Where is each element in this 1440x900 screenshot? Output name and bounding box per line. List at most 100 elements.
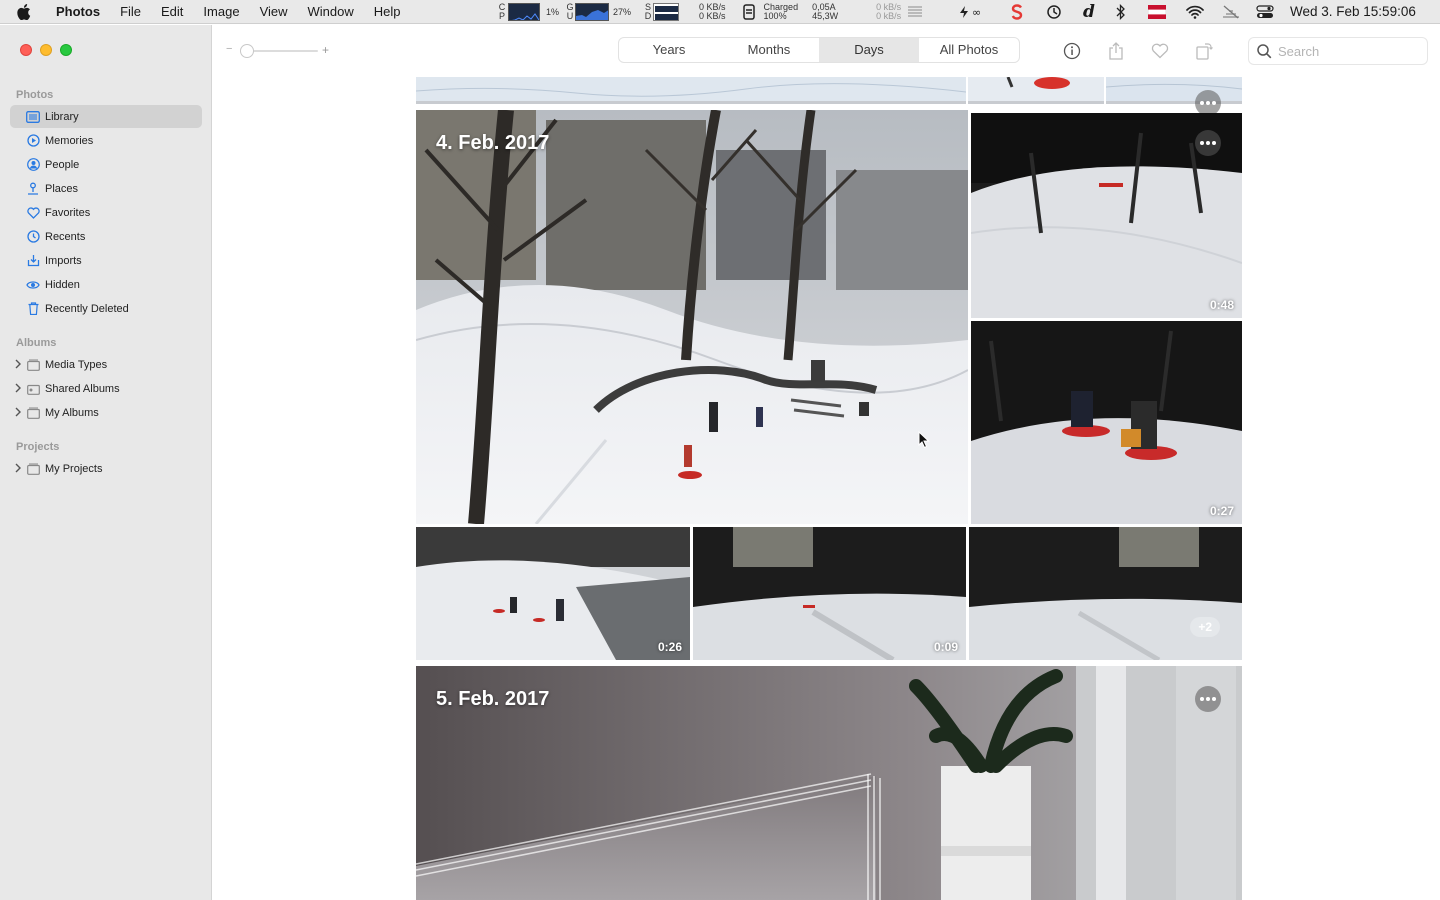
menu-edit[interactable]: Edit	[151, 0, 193, 24]
tab-years[interactable]: Years	[619, 38, 719, 62]
sidebar-item-hidden[interactable]: Hidden	[10, 273, 202, 296]
s-app-icon[interactable]	[1010, 0, 1024, 24]
chevron-right-icon[interactable]	[14, 407, 22, 420]
sidebar-item-label: Recently Deleted	[45, 302, 129, 315]
video-duration: 0:48	[1209, 298, 1234, 312]
control-center-icon[interactable]	[1256, 0, 1274, 24]
video-tile[interactable]: 0:26	[416, 527, 690, 660]
sidebar-item-label: People	[45, 158, 80, 171]
photo-tile[interactable]	[1106, 77, 1242, 104]
more-items-badge[interactable]: +2	[1190, 617, 1220, 637]
import-icon	[26, 254, 40, 268]
tab-all-photos[interactable]: All Photos	[919, 38, 1019, 62]
battery-status[interactable]: Charged 100%	[764, 3, 799, 21]
sidebar-item-my-albums[interactable]: My Albums	[10, 401, 202, 424]
battery-percent: 100%	[763, 11, 787, 21]
time-machine-icon[interactable]	[1046, 0, 1062, 24]
menu-image[interactable]: Image	[193, 0, 249, 24]
apple-menu-icon[interactable]	[0, 3, 48, 20]
photo-tile[interactable]: 4. Feb. 2017	[416, 110, 968, 524]
disk-graph[interactable]	[653, 3, 680, 21]
zoom-plus[interactable]: +	[322, 43, 329, 57]
cpu-label: CP	[498, 2, 506, 21]
sidebar-item-memories[interactable]: Memories	[10, 129, 202, 152]
cpu-percent: 1%	[546, 6, 560, 17]
chevron-right-icon[interactable]	[14, 383, 22, 396]
disk-label: SD	[644, 2, 652, 21]
network-off-icon[interactable]	[1221, 0, 1241, 24]
sidebar-item-library[interactable]: Library	[10, 105, 202, 128]
sidebar-item-places[interactable]: Places	[10, 177, 202, 200]
power-mode-icon[interactable]: ∞	[958, 0, 986, 24]
search-icon	[1257, 43, 1272, 59]
menu-help[interactable]: Help	[364, 0, 411, 24]
sidebar-item-favorites[interactable]: Favorites	[10, 201, 202, 224]
clock-icon	[26, 230, 40, 244]
sidebar-item-label: My Projects	[45, 462, 103, 475]
shared-folder-icon	[26, 382, 40, 396]
sidebar-item-media-types[interactable]: Media Types	[10, 353, 202, 376]
photo-tile[interactable]: +2	[969, 527, 1242, 660]
sidebar-item-label: Recents	[45, 230, 86, 243]
window-close-button[interactable]	[20, 44, 32, 56]
menu-view[interactable]: View	[250, 0, 298, 24]
sidebar-section-projects: Projects	[16, 441, 60, 453]
sidebar-item-label: Media Types	[45, 358, 108, 371]
sidebar-item-label: Shared Albums	[45, 382, 120, 395]
zoom-slider[interactable]: − +	[226, 43, 329, 59]
share-icon[interactable]	[1104, 39, 1128, 63]
sidebar-item-shared-albums[interactable]: Shared Albums	[10, 377, 202, 400]
photo-tile[interactable]: 5. Feb. 2017	[416, 666, 1242, 900]
bluetooth-icon[interactable]	[1116, 0, 1126, 24]
power-readout[interactable]: 0,05A 45,3W	[812, 3, 838, 21]
more-options-button[interactable]	[1195, 686, 1221, 712]
favorite-heart-icon[interactable]	[1148, 39, 1172, 63]
places-icon	[26, 182, 40, 196]
keyboard-flag-icon[interactable]	[1148, 0, 1166, 24]
photo-tile[interactable]	[968, 77, 1104, 104]
photo-tile[interactable]	[416, 77, 966, 104]
network-speed[interactable]: 0 KB/s 0 KB/s	[699, 3, 726, 21]
disk-activity-icon[interactable]	[907, 0, 923, 24]
window-minimize-button[interactable]	[40, 44, 52, 56]
window-fullscreen-button[interactable]	[60, 44, 72, 56]
tab-days[interactable]: Days	[819, 38, 919, 62]
zoom-minus[interactable]: −	[226, 43, 232, 55]
folder-icon	[26, 406, 40, 420]
disk-speed[interactable]: 0 kB/s 0 kB/s	[876, 3, 901, 21]
menubar-clock[interactable]: Wed 3. Feb 15:59:06	[1290, 0, 1416, 24]
sidebar-item-recently-deleted[interactable]: Recently Deleted	[10, 297, 202, 320]
photo-grid[interactable]: 4. Feb. 2017 0:48 0:27 0:26 0:09 +2 5. F…	[212, 77, 1440, 900]
search-field[interactable]	[1248, 37, 1428, 65]
sidebar-item-recents[interactable]: Recents	[10, 225, 202, 248]
sidebar-item-label: Favorites	[45, 206, 91, 219]
sidebar-item-imports[interactable]: Imports	[10, 249, 202, 272]
tab-months[interactable]: Months	[719, 38, 819, 62]
power-watts: 45,3W	[812, 11, 839, 21]
menu-file[interactable]: File	[110, 0, 151, 24]
sidebar-item-people[interactable]: People	[10, 153, 202, 176]
video-tile[interactable]: 0:27	[971, 321, 1242, 524]
video-tile[interactable]: 0:09	[693, 527, 966, 660]
menu-app-photos[interactable]: Photos	[48, 0, 110, 24]
view-segmented-control: Years Months Days All Photos	[618, 37, 1020, 63]
battery-app-icon[interactable]	[742, 0, 756, 24]
people-icon	[26, 158, 40, 172]
sidebar-item-label: Imports	[45, 254, 82, 267]
zoom-knob[interactable]	[240, 44, 254, 58]
chevron-right-icon[interactable]	[14, 463, 22, 476]
search-input[interactable]	[1278, 43, 1408, 59]
info-icon[interactable]	[1060, 39, 1084, 63]
mem-percent: 27%	[613, 6, 632, 17]
sidebar-item-label: Hidden	[45, 278, 80, 291]
rotate-icon[interactable]	[1192, 39, 1216, 63]
wifi-icon[interactable]	[1186, 0, 1204, 24]
more-options-button[interactable]	[1195, 130, 1221, 156]
sidebar-item-my-projects[interactable]: My Projects	[10, 457, 202, 480]
memory-graph[interactable]	[575, 3, 610, 21]
dictionary-icon[interactable]: d	[1083, 0, 1095, 24]
cpu-graph[interactable]	[508, 3, 540, 21]
folder-icon	[26, 358, 40, 372]
chevron-right-icon[interactable]	[14, 359, 22, 372]
menu-window[interactable]: Window	[298, 0, 364, 24]
